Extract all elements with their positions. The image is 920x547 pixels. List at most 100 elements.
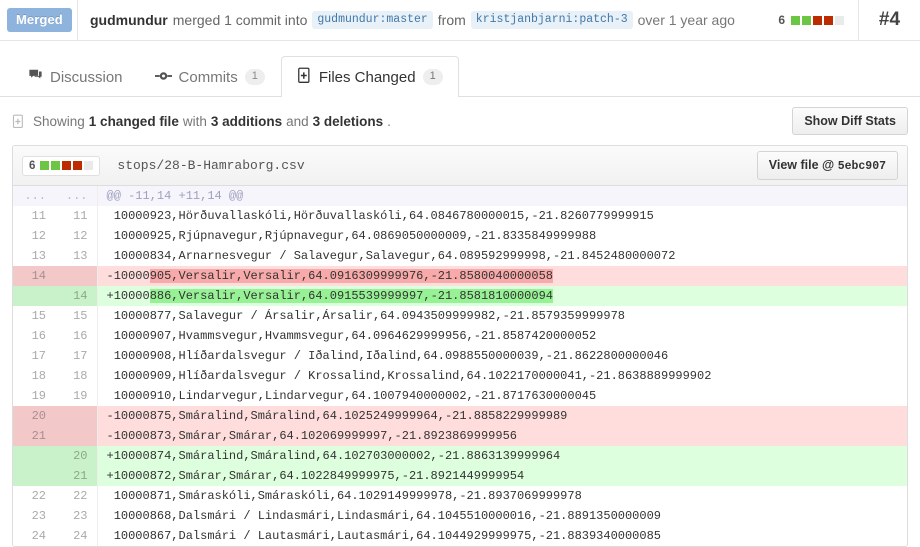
- diff-line-number-old: 20: [13, 406, 55, 426]
- diff-line-content: -10000873,Smárar,Smárar,64.102069999997,…: [97, 426, 907, 446]
- diffstat-block-del: [813, 15, 822, 25]
- diff-line-prefix: +10000: [106, 289, 150, 303]
- base-branch-ref[interactable]: gudmundur:master: [312, 10, 433, 30]
- diff-line-content: 10000909,Hlíðardalsvegur / Krossalind,Kr…: [106, 369, 712, 383]
- diff-line-number-old: 17: [13, 346, 55, 366]
- diff-line-content: 10000877,Salavegur / Ársalir,Ársalir,64.…: [106, 309, 625, 323]
- diff-line-ctx: 22 22 10000871,Smáraskóli,Smáraskóli,64.1…: [13, 486, 907, 506]
- header-diffstat-count: 6: [778, 13, 785, 27]
- diff-line-number-new: 23: [55, 506, 98, 526]
- diff-line-content: +10000886,Versalir,Versalir,64.091553999…: [97, 286, 907, 306]
- diff-line-prefix: -10000: [106, 269, 150, 283]
- header-diffstat: 6: [778, 13, 858, 27]
- showing-prefix: Showing: [33, 113, 85, 129]
- merge-actor[interactable]: gudmundur: [90, 12, 168, 28]
- diff-line-number-old: 16: [13, 326, 55, 346]
- tab-discussion-label: Discussion: [50, 68, 123, 86]
- diff-line-number-new: 12: [55, 226, 98, 246]
- diff-line-content: -10000875,Smáralind,Smáralind,64.1025249…: [97, 406, 907, 426]
- file-diff-container: 6 stops/28-B-Hamraborg.csv View file @ 5…: [12, 145, 908, 547]
- file-path[interactable]: stops/28-B-Hamraborg.csv: [117, 158, 756, 173]
- diff-line-del: 21 -10000873,Smárar,Smárar,64.10206999999…: [13, 426, 907, 446]
- file-diff-icon: [297, 67, 312, 88]
- merge-status-cell: Merged: [0, 0, 78, 40]
- period: .: [387, 113, 391, 129]
- diff-line-number-new: 24: [55, 526, 98, 546]
- pull-request-tabs: Discussion Commits 1 Files Changed 1: [0, 54, 920, 98]
- show-diff-stats-button[interactable]: Show Diff Stats: [792, 106, 908, 136]
- diff-line-number-new: 13: [55, 246, 98, 266]
- diff-line-content: 10000868,Dalsmári / Lindasmári,Lindasmár…: [106, 509, 661, 523]
- tab-discussion[interactable]: Discussion: [12, 56, 139, 97]
- diff-line-number-old: 22: [13, 486, 55, 506]
- view-file-button[interactable]: View file @ 5ebc907: [756, 150, 898, 181]
- diff-line-content: 10000871,Smáraskóli,Smáraskóli,64.102914…: [106, 489, 582, 503]
- diff-line-number-new: [55, 266, 98, 286]
- diff-line-number-old: [13, 286, 55, 306]
- diffstat-block-add: [791, 15, 800, 25]
- diff-line-number-old: 14: [13, 266, 55, 286]
- diff-line-number-old: [13, 446, 55, 466]
- pull-request-header: Merged gudmundur merged 1 commit into gu…: [0, 0, 920, 41]
- diff-line-del: 20 -10000875,Smáralind,Smáralind,64.10252…: [13, 406, 907, 426]
- comment-icon: [28, 68, 43, 86]
- diff-line-number-new: [55, 426, 98, 446]
- tab-commits[interactable]: Commits 1: [139, 56, 281, 97]
- diff-line-number-new: 11: [55, 206, 98, 226]
- diff-line-number-old: 24: [13, 526, 55, 546]
- diff-line-del: 14 -10000905,Versalir,Versalir,64.0916309…: [13, 266, 907, 286]
- diff-line-content: 10000867,Dalsmári / Lautasmári,Lautasmár…: [106, 529, 661, 543]
- pull-request-number: #4: [858, 0, 920, 40]
- diff-line-content: 10000908,Hlíðardalsvegur / Iðalind,Iðali…: [106, 349, 669, 363]
- diff-line-number-new: 22: [55, 486, 98, 506]
- diff-body: ...... @@ -11,14 +11,14 @@ 11 11 10000923,H…: [13, 186, 907, 546]
- tab-files-changed[interactable]: Files Changed 1: [280, 56, 459, 98]
- diff-line-number-new: [55, 406, 98, 426]
- view-file-sha: 5ebc907: [837, 159, 886, 173]
- tab-files-changed-label: Files Changed: [318, 68, 416, 86]
- diff-line-content: 10000925,Rjúpnavegur,Rjúpnavegur,64.0869…: [106, 229, 597, 243]
- and-label: and: [286, 113, 309, 129]
- diff-line-add: 20 +10000874,Smáralind,Smáralind,64.10270…: [13, 446, 907, 466]
- file-diff-icon: [12, 114, 25, 129]
- diff-line-number-new: 16: [55, 326, 98, 346]
- diff-line-number-new: 15: [55, 306, 98, 326]
- file-diffstat-blocks: [40, 161, 94, 170]
- diff-line-content: +10000874,Smáralind,Smáralind,64.1027030…: [97, 446, 907, 466]
- diff-line-content: -10000905,Versalir,Versalir,64.091630999…: [97, 266, 907, 286]
- diff-line-number-old: 11: [13, 206, 55, 226]
- diffstat-block-del: [62, 161, 72, 170]
- diff-line-number-old: 18: [13, 366, 55, 386]
- diff-line-number-new: 17: [55, 346, 98, 366]
- diff-line-number-old: 15: [13, 306, 55, 326]
- diff-line-number-old: ...: [13, 186, 55, 206]
- diff-line-number-old: 13: [13, 246, 55, 266]
- diff-line-content: 10000910,Lindarvegur,Lindarvegur,64.1007…: [106, 389, 597, 403]
- diff-line-add: 14 +10000886,Versalir,Versalir,64.0915539…: [13, 286, 907, 306]
- diff-line-number-new: 19: [55, 386, 98, 406]
- diffstat-block-add: [51, 161, 61, 170]
- with-label: with: [182, 113, 207, 129]
- diff-summary-text: Showing 1 changed file with 3 additions …: [12, 114, 792, 129]
- diff-line-number-new: 14: [55, 286, 98, 306]
- diff-line-number-old: 23: [13, 506, 55, 526]
- diff-table: ...... @@ -11,14 +11,14 @@ 11 11 10000923,H…: [13, 186, 907, 546]
- deletions-count: 3 deletions: [312, 113, 384, 129]
- diff-line-ctx: 11 11 10000923,Hörðuvallaskóli,Hörðuvalla…: [13, 206, 907, 226]
- diff-line-ctx: 17 17 10000908,Hlíðardalsvegur / Iðalind,…: [13, 346, 907, 366]
- additions-count: 3 additions: [210, 113, 283, 129]
- diff-line-content: +10000872,Smárar,Smárar,64.1022849999975…: [97, 466, 907, 486]
- head-branch-ref[interactable]: kristjanbjarni:patch-3: [470, 10, 633, 30]
- diff-line-ctx: 23 23 10000868,Dalsmári / Lindasmári,Lind…: [13, 506, 907, 526]
- diff-line-number-old: 21: [13, 426, 55, 446]
- diffstat-block-del: [824, 15, 833, 25]
- status-badge: Merged: [7, 8, 72, 32]
- diff-line-ctx: 24 24 10000867,Dalsmári / Lautasmári,Laut…: [13, 526, 907, 546]
- header-diffstat-blocks: [791, 15, 844, 25]
- diff-line-add: 21 +10000872,Smárar,Smárar,64.10228499999…: [13, 466, 907, 486]
- pull-request-files-changed-page: Merged gudmundur merged 1 commit into gu…: [0, 0, 920, 547]
- diff-word-highlight: 886,Versalir,Versalir,64.0915539999997,-…: [149, 289, 553, 303]
- file-diffstat-count: 6: [29, 159, 36, 172]
- diffstat-block-add: [40, 161, 50, 170]
- merge-timestamp: over 1 year ago: [637, 12, 735, 28]
